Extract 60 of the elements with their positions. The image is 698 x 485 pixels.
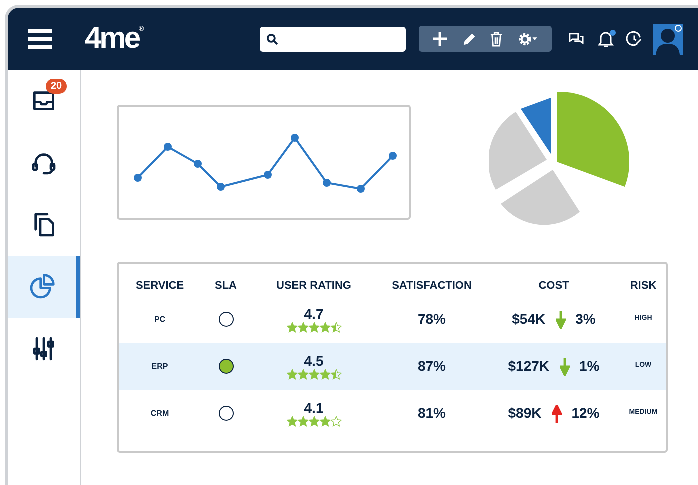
star-icon (286, 416, 298, 427)
star-icon (298, 416, 308, 427)
rating-value: 4.5 (304, 353, 324, 369)
chart-point (323, 179, 331, 187)
satisfaction-value: 81% (418, 404, 446, 423)
count-badge: 20 (46, 79, 68, 94)
change-value: 1% (580, 357, 600, 376)
cost-value: $89K (508, 404, 542, 423)
column-header: USER RATING (276, 278, 352, 294)
cost-value: $127K (508, 357, 550, 376)
star-icon (320, 322, 330, 333)
chart-point (217, 183, 225, 191)
star-icon (330, 369, 342, 380)
change-value: 12% (572, 404, 600, 423)
cost-value: $54K (512, 310, 546, 329)
change-value: 3% (576, 310, 596, 329)
star-icon (308, 416, 320, 427)
menu-icon[interactable] (28, 29, 52, 49)
column-header: SLA (215, 278, 237, 294)
logo: 4me (85, 24, 140, 54)
search-field[interactable] (260, 26, 406, 52)
chart-point (357, 185, 365, 193)
rating-value: 4.7 (304, 306, 324, 322)
sidebar-item[interactable]: 20 (8, 70, 80, 132)
star-icon (308, 322, 320, 333)
star-icon (320, 416, 330, 427)
star-icon (330, 322, 342, 333)
plus-icon[interactable] (432, 31, 448, 47)
chart-point (389, 152, 397, 160)
chart-point (134, 174, 142, 182)
search-icon (266, 32, 279, 46)
service-name: CRM (150, 408, 170, 420)
pencil-icon[interactable] (462, 32, 477, 46)
star-icon (286, 322, 298, 333)
star-icon (298, 369, 308, 380)
star-icon (320, 369, 330, 380)
chart-point (194, 160, 202, 168)
column-header: SERVICE (136, 278, 184, 294)
chart-point (291, 134, 299, 142)
star-icon (286, 369, 298, 380)
avatar[interactable] (653, 24, 683, 54)
chart-point (264, 171, 272, 179)
service-name: ERP (152, 360, 168, 372)
column-header: COST (538, 278, 570, 294)
gear-icon[interactable] (517, 32, 540, 46)
chat-icon[interactable] (568, 32, 585, 46)
trash-icon[interactable] (490, 32, 504, 46)
bell-icon[interactable] (598, 30, 614, 48)
satisfaction-value: 87% (418, 357, 446, 376)
star-icon (308, 369, 320, 380)
rating-value: 4.1 (304, 400, 324, 416)
column-header: RISK (630, 278, 657, 294)
column-header: SATISFACTION (392, 278, 472, 294)
chart-point (164, 143, 172, 151)
satisfaction-value: 78% (418, 310, 446, 329)
clock-check-icon[interactable] (626, 30, 643, 48)
star-icon (330, 416, 342, 427)
service-name: PC (154, 314, 166, 326)
star-icon (298, 322, 308, 333)
pie-chart-icon (28, 273, 56, 301)
